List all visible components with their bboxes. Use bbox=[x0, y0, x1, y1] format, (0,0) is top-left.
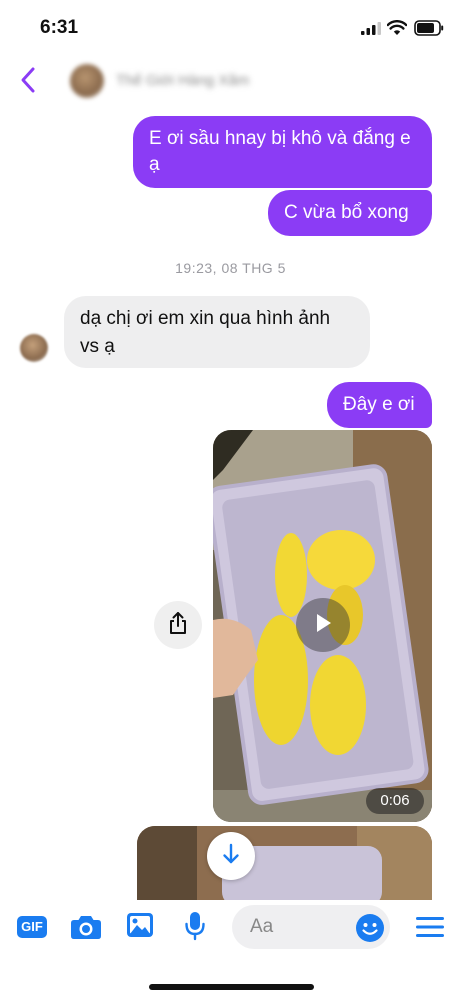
arrow-down-icon bbox=[220, 842, 242, 871]
scroll-to-bottom-button[interactable] bbox=[207, 832, 255, 880]
message-input-placeholder: Aa bbox=[250, 916, 274, 937]
message-bubble-outgoing[interactable]: Đây e ơi bbox=[327, 382, 432, 428]
message-timestamp: 19:23, 08 THG 5 bbox=[175, 260, 286, 276]
contact-avatar[interactable] bbox=[70, 64, 104, 98]
message-text: C vừa bổ xong bbox=[284, 202, 409, 223]
contact-name[interactable]: Thế Giới Hàng Xăm bbox=[116, 72, 249, 89]
media-message[interactable] bbox=[137, 826, 432, 900]
message-text: E ơi sầu hnay bị khô và đắng e ạ bbox=[149, 128, 411, 175]
microphone-icon[interactable] bbox=[184, 911, 206, 946]
home-indicator bbox=[149, 984, 314, 990]
play-icon bbox=[312, 611, 334, 640]
image-icon[interactable] bbox=[126, 912, 154, 943]
message-bubble-incoming[interactable]: dạ chị ơi em xin qua hình ảnh vs ạ bbox=[64, 296, 370, 368]
message-bubble-outgoing[interactable]: C vừa bổ xong bbox=[268, 190, 432, 236]
share-button[interactable] bbox=[154, 601, 202, 649]
message-text: Đây e ơi bbox=[343, 394, 415, 415]
chat-header: Thế Giới Hàng Xăm bbox=[0, 56, 461, 106]
back-chevron-icon[interactable] bbox=[16, 64, 40, 101]
play-button[interactable] bbox=[296, 598, 350, 652]
menu-icon[interactable] bbox=[416, 916, 444, 943]
gif-label: GIF bbox=[21, 919, 43, 934]
message-bubble-outgoing[interactable]: E ơi sầu hnay bị khô và đắng e ạ bbox=[133, 116, 432, 188]
sender-avatar[interactable] bbox=[20, 334, 48, 362]
gif-button[interactable]: GIF bbox=[17, 916, 47, 943]
video-duration: 0:06 bbox=[366, 788, 424, 814]
media-thumbnail bbox=[137, 826, 432, 900]
status-time: 6:31 bbox=[40, 17, 79, 38]
camera-icon[interactable] bbox=[70, 914, 102, 945]
signal-icon bbox=[361, 22, 381, 40]
status-bar: 6:31 bbox=[0, 0, 461, 56]
message-text: dạ chị ơi em xin qua hình ảnh vs ạ bbox=[80, 308, 331, 357]
share-icon bbox=[167, 611, 189, 640]
battery-icon bbox=[414, 20, 444, 41]
wifi-icon bbox=[386, 20, 408, 41]
emoji-icon[interactable] bbox=[355, 913, 385, 948]
